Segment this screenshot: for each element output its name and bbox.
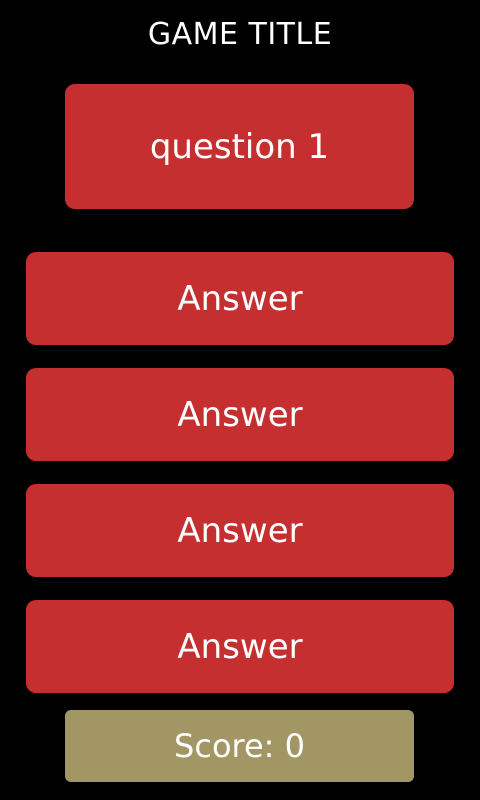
score-display: Score: 0: [65, 710, 414, 782]
answer-label-1: Answer: [177, 278, 303, 319]
question-card: question 1: [65, 84, 414, 209]
answer-button-4[interactable]: Answer: [26, 600, 454, 693]
question-text: question 1: [149, 126, 330, 167]
answer-label-3: Answer: [177, 510, 303, 551]
game-title: GAME TITLE: [147, 17, 333, 52]
score-text: Score: 0: [174, 727, 305, 765]
answer-button-3[interactable]: Answer: [26, 484, 454, 577]
quiz-screen: GAME TITLE question 1 Answer Answer Answ…: [0, 0, 480, 800]
answer-label-2: Answer: [177, 394, 303, 435]
answer-label-4: Answer: [177, 626, 303, 667]
answer-button-2[interactable]: Answer: [26, 368, 454, 461]
answer-button-1[interactable]: Answer: [26, 252, 454, 345]
